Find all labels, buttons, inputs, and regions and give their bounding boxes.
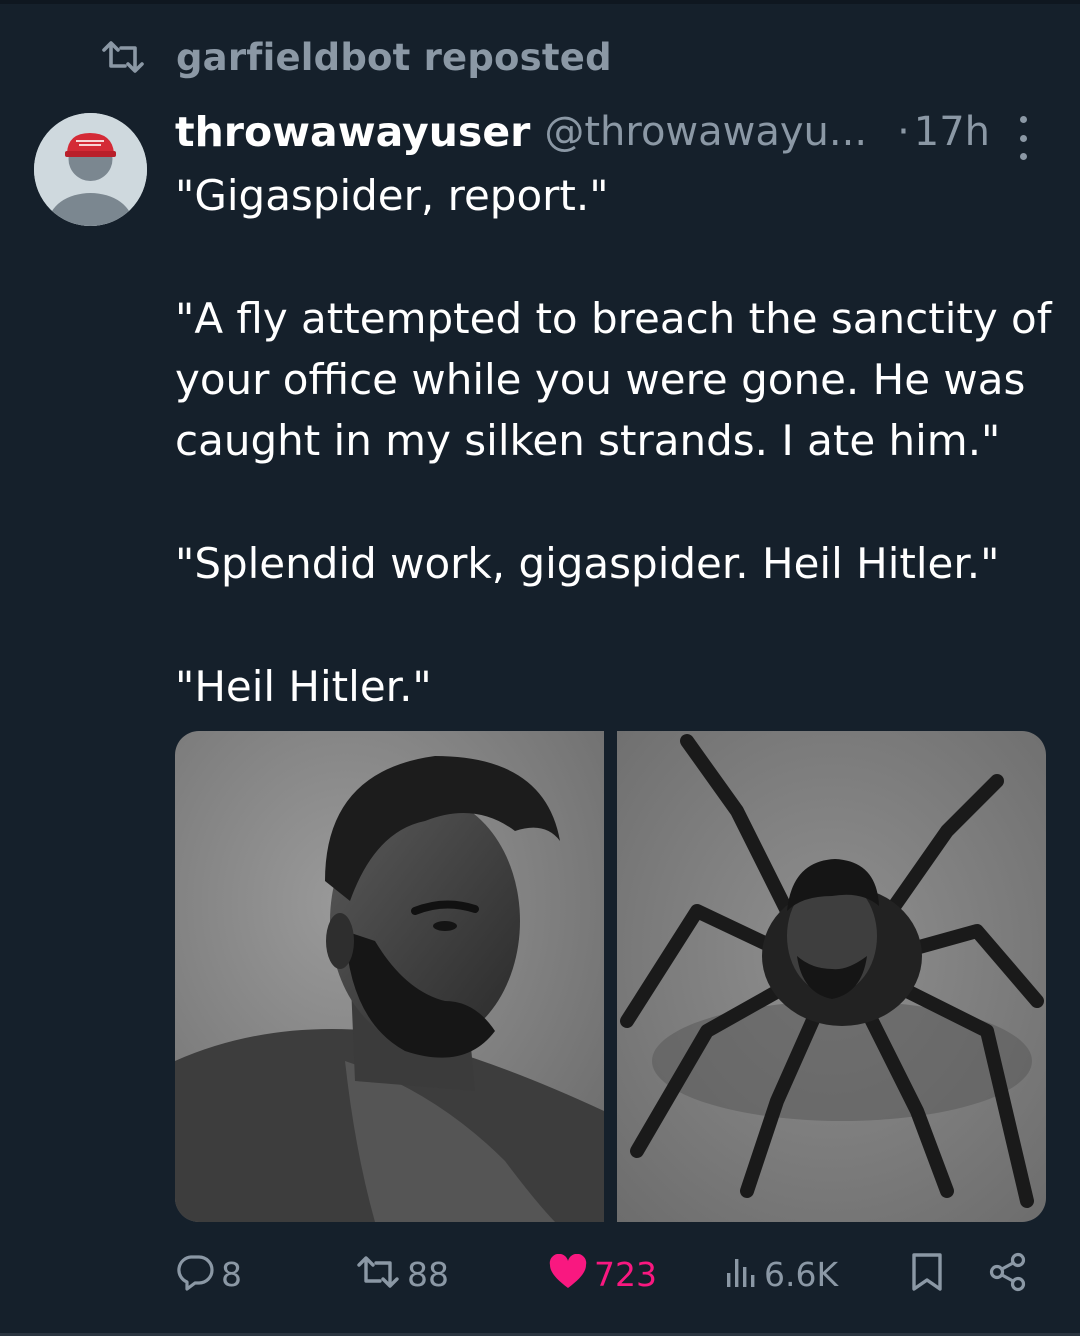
like-count: 723 [594,1254,657,1294]
tweet-line: "Gigaspider, report." [175,171,609,220]
bookmark-icon [910,1252,944,1296]
reply-icon [175,1252,215,1296]
view-count: 6.6K [764,1254,839,1294]
reply-button[interactable]: 8 [175,1248,242,1300]
like-button[interactable]: 723 [548,1248,657,1300]
heart-icon [548,1253,588,1294]
separator-dot: · [897,109,910,155]
user-handle[interactable]: @throwawayu... [544,109,867,155]
spider-image[interactable] [617,731,1046,1222]
repost-context[interactable]: garfieldbot reposted [100,32,612,82]
analytics-icon [724,1255,758,1293]
more-options-icon[interactable] [1008,116,1038,160]
views-button[interactable]: 6.6K [724,1248,838,1300]
share-button[interactable] [988,1248,1028,1300]
media-gap [604,731,617,1222]
tweet-paragraph: "Heil Hitler." [175,656,1055,717]
media-grid [175,731,1046,1222]
repost-button[interactable]: 88 [355,1248,449,1300]
tweet-header: throwawayuser @throwawayu... · 17h [175,104,1035,160]
repost-icon [355,1255,401,1293]
timestamp[interactable]: 17h [914,109,990,155]
tweet-line: "Heil Hitler." [175,662,432,711]
repost-label[interactable]: garfieldbot reposted [176,36,612,79]
tweet-paragraph: "Gigaspider, report." [175,165,1055,226]
bookmark-button[interactable] [910,1248,944,1300]
share-icon [988,1252,1028,1296]
tweet-line: "Splendid work, gigaspider. Heil Hitler.… [175,539,1000,588]
repost-count: 88 [407,1254,449,1294]
avatar[interactable] [34,113,147,226]
tweet-paragraph: "Splendid work, gigaspider. Heil Hitler.… [175,533,1055,594]
action-bar: 8 88 723 6.6K [0,1248,1080,1300]
reply-count: 8 [221,1254,242,1294]
tweet-line: your office while you were gone. He was [175,355,1026,404]
repost-icon [100,40,146,74]
tweet-line: "A fly attempted to breach the sanctity … [175,294,1052,343]
man-portrait-image[interactable] [175,731,604,1222]
tweet-line: caught in my silken strands. I ate him." [175,416,1001,465]
display-name[interactable]: throwawayuser [175,108,530,156]
tweet-paragraph: "A fly attempted to breach the sanctity … [175,288,1055,471]
tweet-text: "Gigaspider, report." "A fly attempted t… [175,165,1055,717]
top-divider [0,0,1080,4]
